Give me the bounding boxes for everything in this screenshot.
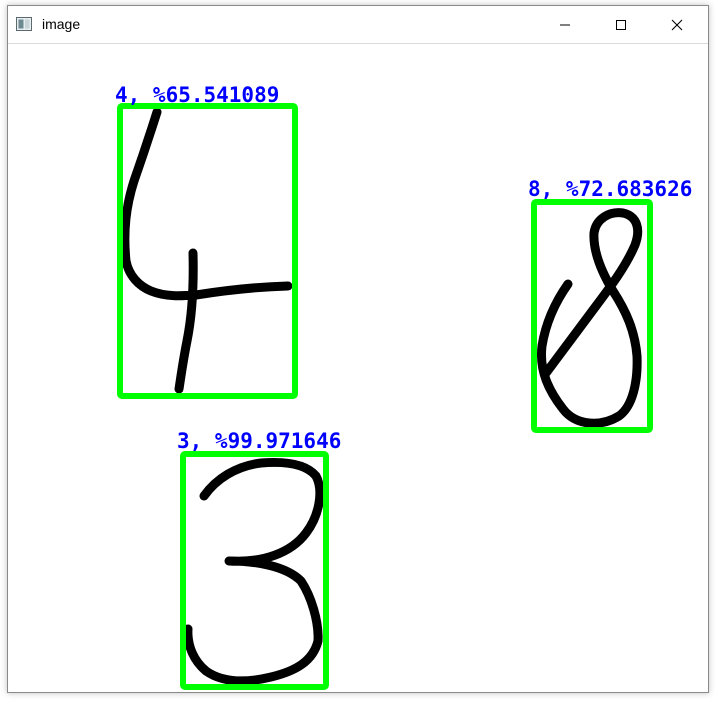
detection-digit-4: 4, %65.541089 — [115, 83, 298, 399]
handwritten-digit-8 — [536, 208, 643, 428]
image-canvas: 4, %65.541089 8, %72.683626 3, %99.97164… — [8, 44, 708, 692]
detection-label: 4, %65.541089 — [115, 83, 279, 107]
handwritten-digit-3 — [183, 457, 325, 686]
detection-overlay: 4, %65.541089 8, %72.683626 3, %99.97164… — [115, 83, 692, 690]
detection-label: 3, %99.971646 — [177, 429, 341, 453]
detection-digit-3: 3, %99.971646 — [177, 429, 341, 690]
detection-digit-8: 8, %72.683626 — [528, 177, 692, 433]
handwritten-digit-4 — [120, 107, 293, 394]
image-window: image 4, %65.541089 8, %72.683626 3, %99… — [7, 5, 709, 693]
detection-label: 8, %72.683626 — [528, 177, 692, 201]
